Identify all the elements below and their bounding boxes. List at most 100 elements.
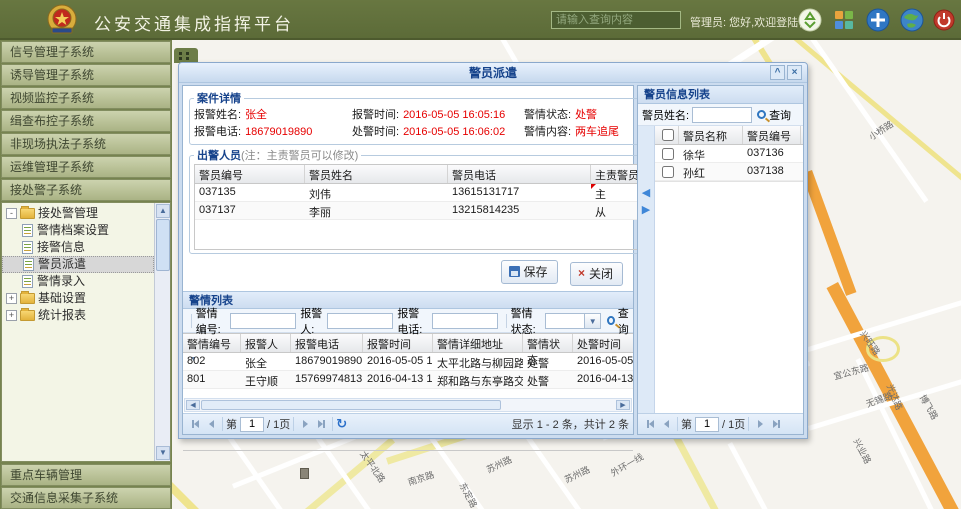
sidebar-item-信号管理子系统[interactable]: 信号管理子系统 <box>1 41 171 63</box>
tree-node-基础设置[interactable]: +基础设置 <box>2 290 154 307</box>
table-row[interactable]: 802张全186790198902016-05-05 16:...太平北路与柳园… <box>183 353 633 371</box>
transfer-right-icon[interactable]: ▶ <box>642 205 650 216</box>
column-header[interactable]: 报警电话 <box>291 334 363 352</box>
police-badge-logo <box>46 4 78 36</box>
tree-node-label: 接警信息 <box>37 239 85 256</box>
sidebar-collapse-tab[interactable] <box>174 48 198 63</box>
prev-page-icon[interactable] <box>203 416 219 432</box>
sidebar-item-诱导管理子系统[interactable]: 诱导管理子系统 <box>1 64 171 86</box>
sidebar-item-缉查布控子系统[interactable]: 缉查布控子系统 <box>1 110 171 132</box>
filter-input-2[interactable] <box>432 313 498 329</box>
globe-icon[interactable] <box>897 6 927 34</box>
tree-node-label: 统计报表 <box>38 307 86 324</box>
close-button[interactable]: × 关闭 <box>570 262 623 286</box>
refresh-icon[interactable]: ↻ <box>336 416 347 432</box>
table-row[interactable]: 孙红037138 <box>655 163 803 181</box>
column-header[interactable]: 报警人 <box>241 334 291 352</box>
expand-box-icon[interactable]: + <box>6 310 17 321</box>
officer-search-button[interactable]: 查询 <box>769 107 791 123</box>
case-detail-fieldset: 案件详情 报警姓名:张全报警时间:2016-05-05 16:05:16警情状态… <box>189 90 641 145</box>
first-page-icon[interactable] <box>642 416 658 432</box>
column-header[interactable]: 警员编号 <box>743 126 801 144</box>
officer-name-input[interactable] <box>692 107 752 123</box>
tree-scrollbar[interactable]: ▲ ▼ <box>154 203 170 461</box>
tree-node-警员派遣[interactable]: 警员派遣 <box>2 256 154 273</box>
tree-node-接警信息[interactable]: 接警信息 <box>2 239 154 256</box>
recycle-icon[interactable] <box>795 6 825 34</box>
table-row[interactable]: 801王守顺157699748132016-04-13 12:...郑和路与东亭… <box>183 371 633 389</box>
table-cell: 2016-05-05 16:... <box>363 353 433 370</box>
dispatch-grid[interactable]: 警员编号警员姓名警员电话主责警员037135刘伟13615131717主0371… <box>194 164 682 250</box>
dialog-titlebar[interactable]: 警员派遣 ^ × <box>179 63 807 83</box>
sidebar-item-重点车辆管理[interactable]: 重点车辆管理 <box>1 464 171 486</box>
scroll-left-icon[interactable]: ◀ <box>186 400 200 410</box>
column-header[interactable]: 警员名称 <box>679 126 743 144</box>
checkbox[interactable] <box>662 166 674 178</box>
last-page-icon[interactable] <box>768 416 784 432</box>
filter-input-0[interactable] <box>230 313 296 329</box>
case-pane: 案件详情 报警姓名:张全报警时间:2016-05-05 16:05:16警情状态… <box>182 85 634 435</box>
save-button[interactable]: 保存 <box>501 260 558 284</box>
sidebar-item-运维管理子系统[interactable]: 运维管理子系统 <box>1 156 171 178</box>
sidebar-item-非现场执法子系统[interactable]: 非现场执法子系统 <box>1 133 171 155</box>
plus-icon[interactable] <box>863 6 893 34</box>
page-number-input[interactable] <box>240 417 264 432</box>
scroll-right-icon[interactable]: ▶ <box>616 400 630 410</box>
checkbox[interactable] <box>662 129 674 141</box>
prev-page-icon[interactable] <box>658 416 674 432</box>
sidebar-item-接处警子系统[interactable]: 接处警子系统 <box>1 179 171 201</box>
tree-node-root[interactable]: -接处警管理 <box>2 205 154 222</box>
column-header[interactable]: 警情状态 <box>523 334 573 352</box>
row-checkbox-cell[interactable] <box>655 163 679 180</box>
power-icon[interactable] <box>929 6 959 34</box>
table-cell: 处警 <box>523 353 573 370</box>
last-page-icon[interactable] <box>313 416 329 432</box>
officer-grid[interactable]: 警员名称警员编号徐华037136孙红037138 <box>655 126 803 182</box>
scroll-down-icon[interactable]: ▼ <box>156 446 170 460</box>
checkbox[interactable] <box>662 148 674 160</box>
next-page-icon[interactable] <box>297 416 313 432</box>
sidebar-item-交通信息采集子系统[interactable]: 交通信息采集子系统 <box>1 487 171 509</box>
save-icon <box>509 266 520 277</box>
header-search-input[interactable] <box>551 11 681 29</box>
first-page-icon[interactable] <box>187 416 203 432</box>
tree-node-统计报表[interactable]: + 统计报表 <box>2 307 154 324</box>
column-header[interactable]: 处警时间 <box>573 334 633 352</box>
page-number-input[interactable] <box>695 417 719 432</box>
collapse-icon[interactable]: ^ <box>770 65 785 80</box>
close-icon[interactable]: × <box>787 65 802 80</box>
column-header[interactable]: 警员编号 <box>195 165 305 183</box>
scroll-up-icon[interactable]: ▲ <box>156 204 170 218</box>
column-header[interactable]: 报警时间 <box>363 334 433 352</box>
tree-node-警情录入[interactable]: 警情录入 <box>2 273 154 290</box>
table-row[interactable]: 037135刘伟13615131717主 <box>195 184 681 202</box>
column-header[interactable]: 警员电话 <box>448 165 591 183</box>
transfer-left-icon[interactable]: ◀ <box>642 188 650 199</box>
horizontal-scrollbar[interactable]: ◀ ▶ <box>184 398 632 412</box>
column-header[interactable]: 警情详细地址 <box>433 334 523 352</box>
filter-input-1[interactable] <box>327 313 393 329</box>
select-all-checkbox[interactable] <box>655 126 679 144</box>
table-row[interactable]: 037137李丽13215814235从 <box>195 202 681 220</box>
case-field: 报警电话:18679019890 <box>194 124 352 141</box>
apps-grid-icon[interactable] <box>829 6 859 34</box>
expand-box-icon[interactable]: + <box>6 293 17 304</box>
map-road-label: 苏州路 <box>484 453 514 476</box>
scroll-thumb[interactable] <box>156 219 170 271</box>
column-header[interactable]: 警情编号▼ <box>183 334 241 352</box>
hscroll-thumb[interactable] <box>201 400 501 410</box>
next-page-icon[interactable] <box>752 416 768 432</box>
sidebar-item-视频监控子系统[interactable]: 视频监控子系统 <box>1 87 171 109</box>
collapse-box-icon[interactable]: - <box>6 208 17 219</box>
incident-search-button[interactable]: 查询 <box>618 305 633 337</box>
field-label: 报警姓名: <box>194 107 241 124</box>
status-select[interactable]: ▼ <box>545 313 601 329</box>
tree-node-警情档案设置[interactable]: 警情档案设置 <box>2 222 154 239</box>
incident-filter-toolbar: 警情编号:报警人:报警电话:警情状态:▼查询 <box>183 309 633 333</box>
row-checkbox-cell[interactable] <box>655 145 679 162</box>
table-cell: 13615131717 <box>448 184 591 201</box>
column-header[interactable]: 警员姓名 <box>305 165 448 183</box>
chevron-down-icon[interactable]: ▼ <box>585 313 601 329</box>
table-row[interactable]: 徐华037136 <box>655 145 803 163</box>
close-x-icon: × <box>578 268 585 279</box>
